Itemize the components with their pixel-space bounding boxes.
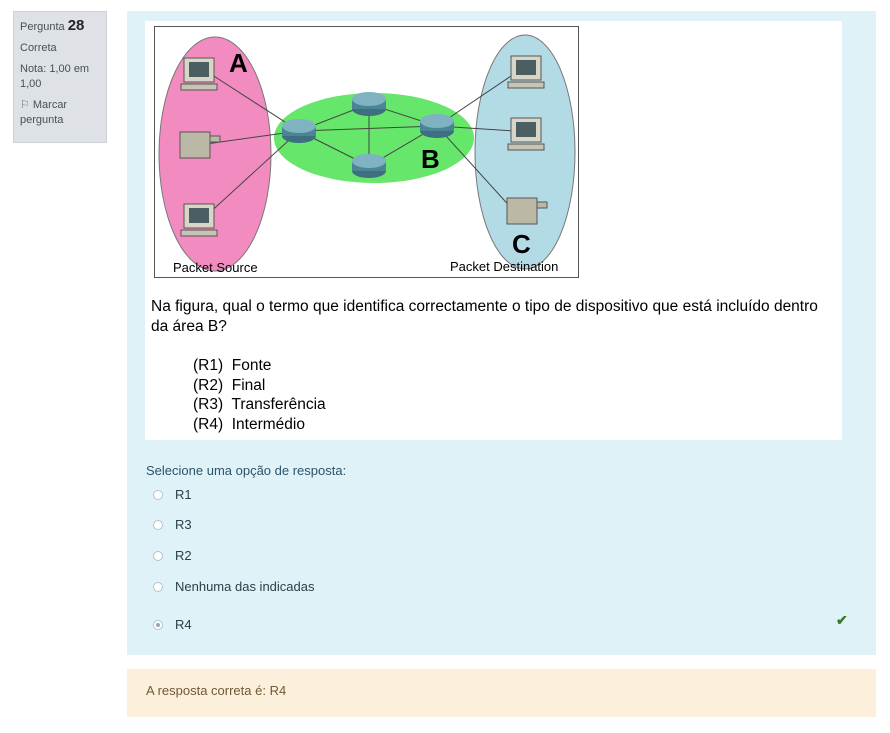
- question-number-value: 28: [67, 17, 85, 34]
- answer-option-selected[interactable]: R4: [153, 617, 192, 632]
- packet-destination-label: Packet Destination: [450, 259, 558, 274]
- question-label: Pergunta: [20, 21, 65, 33]
- answer-option[interactable]: R1: [153, 487, 192, 502]
- check-icon: ✔: [836, 612, 848, 628]
- question-option: (R2) Final: [193, 376, 266, 394]
- radio-button[interactable]: [153, 519, 163, 530]
- area-label-c: C: [512, 229, 531, 259]
- question-option: (R1) Fonte: [193, 357, 272, 374]
- question-state: Correta: [20, 42, 57, 54]
- router-icon: [352, 92, 386, 116]
- router-icon: [420, 114, 454, 138]
- answer-option-label: R1: [175, 487, 192, 502]
- radio-button-checked[interactable]: [153, 619, 163, 630]
- computer-icon: [507, 117, 545, 151]
- network-figure: A B C Packet Source Packet Destination: [154, 26, 579, 278]
- question-info-panel: Pergunta 28 Correta Nota: 1,00 em 1,00 ⚐…: [13, 11, 107, 143]
- answer-option-label: R3: [175, 517, 192, 532]
- question-grade: Nota: 1,00 em 1,00: [20, 63, 90, 90]
- computer-icon: [180, 57, 218, 91]
- radio-button[interactable]: [153, 581, 163, 592]
- computer-icon: [180, 203, 218, 237]
- answer-option-label: Nenhuma das indicadas: [175, 579, 315, 594]
- answer-option[interactable]: Nenhuma das indicadas: [153, 579, 314, 594]
- flag-question-link[interactable]: ⚐ Marcar pergunta: [20, 98, 100, 128]
- area-label-a: A: [229, 48, 248, 78]
- question-prompt: Na figura, qual o termo que identifica c…: [151, 298, 818, 335]
- answer-option-label: R2: [175, 548, 192, 563]
- question-option: (R3) Transferência: [193, 396, 326, 413]
- answer-option[interactable]: R2: [153, 548, 192, 563]
- flag-icon: ⚐: [20, 99, 30, 111]
- question-option: (R4) Intermédio: [193, 415, 305, 433]
- select-answer-label: Selecione uma opção de resposta:: [146, 463, 347, 478]
- answer-option[interactable]: R3: [153, 517, 192, 532]
- answer-option-label: R4: [175, 617, 192, 632]
- correct-answer-feedback: A resposta correta é: R4: [127, 669, 876, 717]
- radio-button[interactable]: [153, 489, 163, 500]
- computer-icon: [507, 55, 545, 89]
- packet-source-label: Packet Source: [173, 260, 258, 275]
- radio-button[interactable]: [153, 550, 163, 561]
- area-label-b: B: [421, 144, 440, 174]
- question-options-list: (R1) Fonte (R2) Final (R3) Transferência…: [193, 356, 326, 434]
- question-number: Pergunta 28: [20, 18, 100, 35]
- question-box: A B C Packet Source Packet Destination N…: [127, 11, 876, 655]
- router-icon: [352, 154, 386, 178]
- router-icon: [282, 119, 316, 143]
- question-text-area: A B C Packet Source Packet Destination N…: [145, 21, 842, 440]
- feedback-text: A resposta correta é: R4: [146, 683, 287, 698]
